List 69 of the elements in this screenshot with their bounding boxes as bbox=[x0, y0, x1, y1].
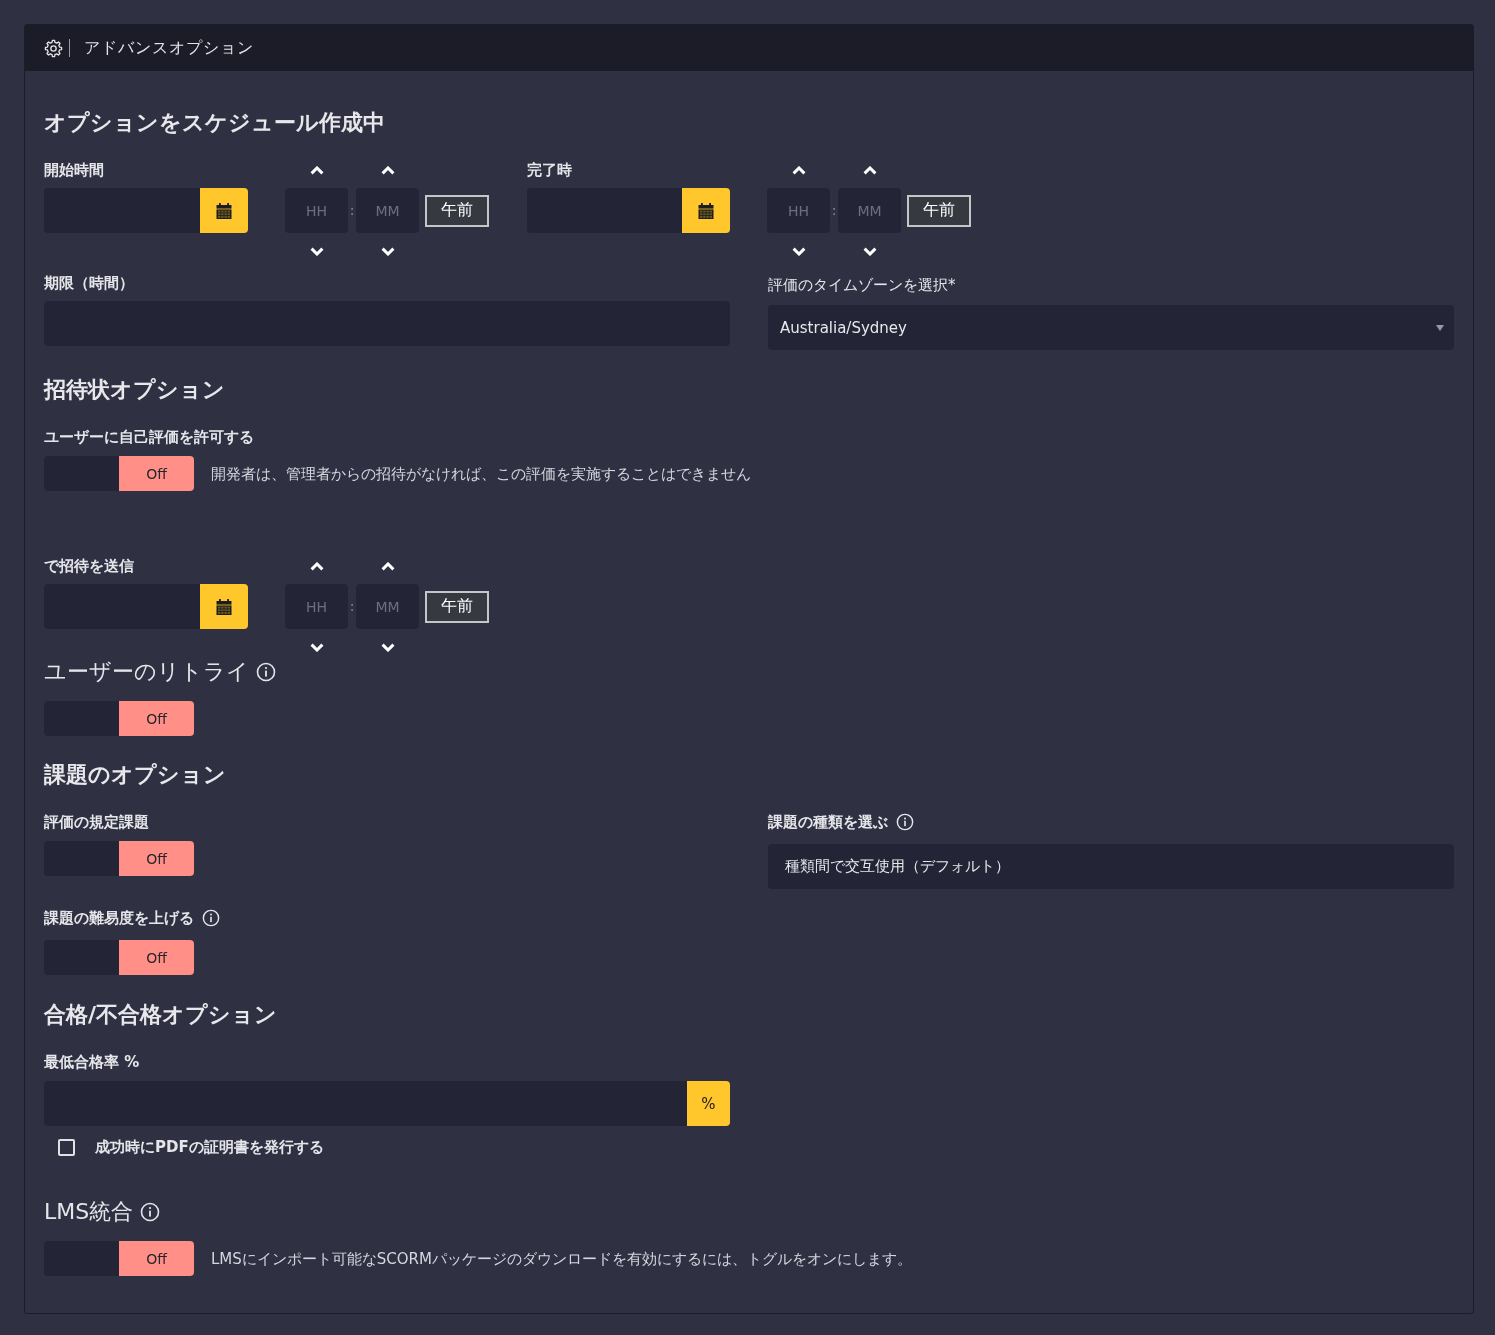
field-label: 開始時間 bbox=[44, 160, 105, 180]
field-label: 完了時 bbox=[527, 160, 573, 180]
toggle-description: 開発者は、管理者からの招待がなければ、この評価を実施することはできません bbox=[211, 463, 751, 484]
hour-field[interactable]: HH bbox=[285, 584, 348, 629]
time-separator: : bbox=[348, 201, 356, 220]
minute-field[interactable]: MM bbox=[356, 188, 419, 233]
chevron-down-icon[interactable] bbox=[380, 246, 395, 256]
chevron-up-icon[interactable] bbox=[862, 165, 877, 175]
calendar-icon bbox=[216, 598, 232, 615]
percent-field[interactable] bbox=[44, 1081, 687, 1126]
section-heading: 招待状オプション bbox=[44, 376, 226, 404]
toggle-switch[interactable]: Off bbox=[44, 456, 194, 491]
toggle-switch[interactable]: Off bbox=[44, 841, 194, 876]
meridiem-button[interactable]: 午前 bbox=[425, 590, 489, 623]
checkbox-label: 成功時にPDFの証明書を発行する bbox=[95, 1137, 324, 1157]
chevron-up-icon[interactable] bbox=[791, 165, 806, 175]
info-icon bbox=[896, 813, 914, 831]
field-label: 課題の難易度を上げる bbox=[44, 908, 194, 928]
checkbox[interactable] bbox=[58, 1138, 75, 1156]
field-label: 最低合格率 % bbox=[44, 1052, 141, 1072]
toggle-switch[interactable]: Off bbox=[44, 1241, 194, 1276]
field-label: 評価の規定課題 bbox=[44, 812, 150, 832]
hour-field[interactable]: HH bbox=[285, 188, 348, 233]
toggle-description: LMSにインポート可能なSCORMパッケージのダウンロードを有効にするには、トグルをオンにします。 bbox=[211, 1248, 912, 1269]
meridiem-button[interactable]: 午前 bbox=[425, 194, 489, 227]
toggle-switch[interactable]: Off bbox=[44, 701, 194, 736]
field-label: 評価のタイムゾーンを選択* bbox=[768, 275, 957, 295]
field-label: 課題の種類を選ぶ bbox=[768, 812, 888, 832]
calendar-button[interactable] bbox=[682, 188, 730, 233]
field-label: 期限（時間） bbox=[44, 273, 135, 293]
calendar-button[interactable] bbox=[200, 584, 248, 629]
chevron-up-icon[interactable] bbox=[309, 561, 324, 571]
meridiem-button[interactable]: 午前 bbox=[907, 194, 971, 227]
minute-field[interactable]: MM bbox=[838, 188, 901, 233]
date-field[interactable] bbox=[527, 188, 682, 233]
field-label: で招待を送信 bbox=[44, 556, 135, 576]
info-icon bbox=[256, 662, 276, 682]
toggle-switch[interactable]: Off bbox=[44, 940, 194, 975]
time-separator: : bbox=[830, 201, 838, 220]
chevron-up-icon[interactable] bbox=[309, 165, 324, 175]
chevron-up-icon[interactable] bbox=[380, 561, 395, 571]
section-heading: オプションをスケジュール作成中 bbox=[44, 109, 386, 137]
settings-icon bbox=[44, 38, 63, 58]
chevron-down-icon[interactable] bbox=[791, 246, 806, 256]
hour-field[interactable]: HH bbox=[767, 188, 830, 233]
time-separator: : bbox=[348, 597, 356, 616]
date-field[interactable] bbox=[44, 188, 200, 233]
info-icon bbox=[140, 1202, 161, 1222]
setting-heading: ユーザーのリトライ bbox=[44, 658, 249, 686]
date-field[interactable] bbox=[44, 584, 200, 629]
chevron-down-icon[interactable] bbox=[309, 246, 324, 256]
minute-field[interactable]: MM bbox=[356, 584, 419, 629]
timezone-select[interactable]: Australia/Sydney bbox=[768, 305, 1454, 350]
section-heading: 課題のオプション bbox=[44, 761, 227, 789]
chevron-down-icon[interactable] bbox=[309, 642, 324, 652]
calendar-icon bbox=[698, 202, 714, 219]
setting-heading: LMS統合 bbox=[44, 1198, 134, 1226]
chevron-up-icon[interactable] bbox=[380, 165, 395, 175]
panel-title: アドバンスオプション bbox=[84, 38, 254, 58]
section-heading: 合格/不合格オプション bbox=[44, 1001, 279, 1029]
field-label: ユーザーに自己評価を許可する bbox=[44, 427, 255, 447]
calendar-button[interactable] bbox=[200, 188, 248, 233]
caret-down-icon bbox=[1436, 324, 1444, 331]
challenge-type-select[interactable]: 種類間で交互使用（デフォルト） bbox=[768, 844, 1454, 889]
chevron-down-icon[interactable] bbox=[862, 246, 877, 256]
info-icon bbox=[202, 909, 220, 927]
calendar-icon bbox=[216, 202, 232, 219]
unit-addon: % bbox=[687, 1081, 730, 1126]
chevron-down-icon[interactable] bbox=[380, 642, 395, 652]
